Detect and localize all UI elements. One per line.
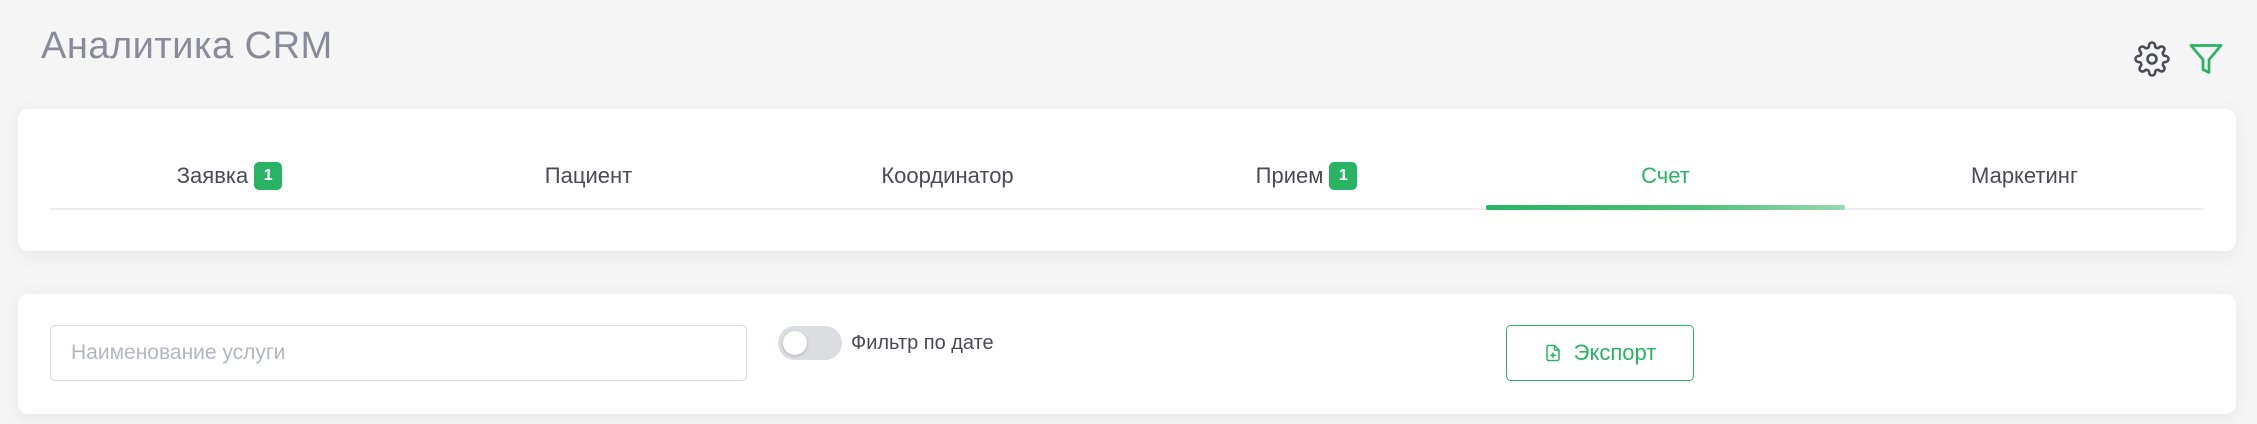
file-plus-icon: [1545, 344, 1560, 362]
tab-label: Пациент: [544, 163, 633, 188]
filters-card: Фильтр по дате Экспорт: [18, 294, 2236, 414]
toggle-knob: [783, 331, 807, 355]
tab-marketing[interactable]: Маркетинг: [1845, 144, 2204, 208]
tab-koordinator[interactable]: Координатор: [768, 144, 1127, 208]
date-filter-toggle[interactable]: [778, 326, 842, 360]
count-badge: 1: [254, 162, 283, 190]
tab-label: Координатор: [881, 163, 1014, 188]
date-filter-label: Фильтр по дате: [851, 332, 994, 354]
settings-button[interactable]: [2133, 40, 2171, 78]
tabs-card: Заявка 1 Пациент Координатор Прием 1 Сче…: [18, 109, 2236, 251]
tab-schet[interactable]: Счет: [1486, 144, 1845, 210]
top-actions: [2133, 40, 2225, 78]
tab-label: Прием: [1255, 163, 1324, 188]
tab-label: Маркетинг: [1971, 163, 2078, 188]
gear-icon: [2134, 41, 2170, 77]
tab-label: Счет: [1641, 163, 1690, 188]
service-search-input[interactable]: [50, 325, 747, 381]
tab-priem[interactable]: Прием 1: [1127, 144, 1486, 208]
tab-label: Заявка: [176, 163, 249, 188]
tab-bar: Заявка 1 Пациент Координатор Прием 1 Сче…: [50, 144, 2204, 210]
tab-zayavka[interactable]: Заявка 1: [50, 144, 409, 208]
page-title: Аналитика CRM: [41, 25, 333, 67]
export-button[interactable]: Экспорт: [1506, 325, 1694, 381]
page: Аналитика CRM Заявка 1 Пациент Координат…: [0, 0, 2257, 424]
tab-patsient[interactable]: Пациент: [409, 144, 768, 208]
export-label: Экспорт: [1573, 340, 1657, 365]
count-badge: 1: [1329, 162, 1358, 190]
filter-button[interactable]: [2187, 40, 2225, 78]
funnel-icon: [2189, 44, 2223, 74]
